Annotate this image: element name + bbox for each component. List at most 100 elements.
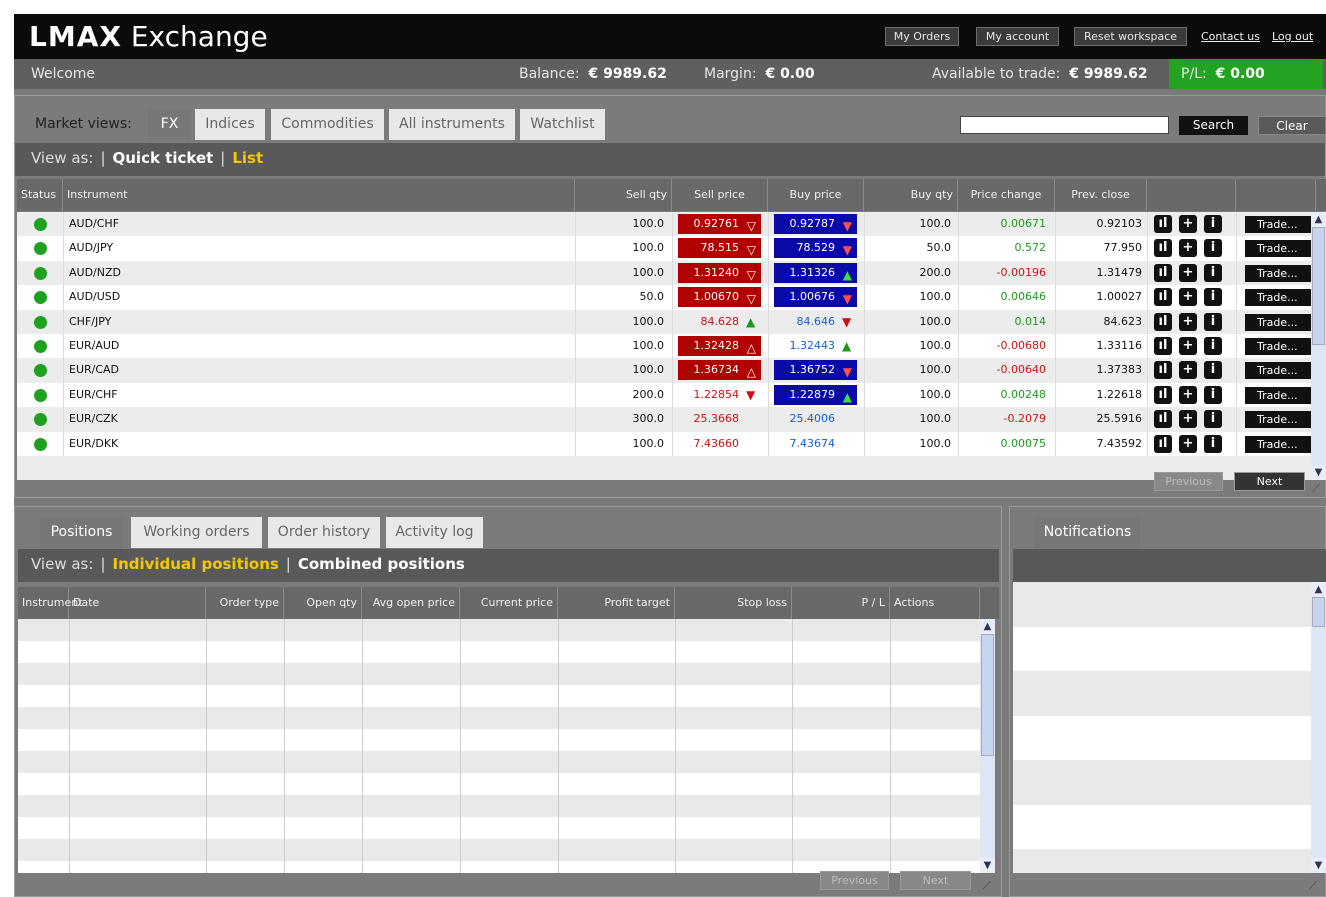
buy-price[interactable]: 1.36752 ▼: [774, 360, 857, 381]
scroll-down-icon[interactable]: ▼: [1311, 465, 1326, 480]
market-scrollbar[interactable]: ▲ ▼: [1311, 212, 1326, 480]
plus-icon[interactable]: +: [1179, 288, 1197, 307]
buy-price[interactable]: 1.31326 ▲: [774, 262, 857, 283]
notifications-scroll-thumb[interactable]: [1312, 597, 1325, 627]
my-account-button[interactable]: My account: [976, 27, 1059, 46]
my-orders-button[interactable]: My Orders: [885, 27, 959, 46]
market-row[interactable]: AUD/JPY 100.0 78.515 ▽ 78.529 ▼ 50.0 0.572 77.95…: [17, 236, 1312, 261]
info-icon[interactable]: i: [1204, 434, 1222, 453]
plus-icon[interactable]: +: [1179, 239, 1197, 258]
chart-icon[interactable]: ıl: [1154, 434, 1172, 453]
trade-button[interactable]: Trade...: [1245, 216, 1312, 233]
tab-indices[interactable]: Indices: [195, 109, 265, 140]
market-row[interactable]: AUD/NZD 100.0 1.31240 ▽ 1.31326 ▲ 200.0 -0.0019…: [17, 260, 1312, 286]
positions-scrollbar[interactable]: ▲ ▼: [980, 619, 995, 873]
buy-price[interactable]: 1.00676 ▼: [774, 287, 857, 308]
market-row[interactable]: EUR/DKK 100.0 7.43660 7.43674 100.0 0.00075 7.…: [17, 431, 1312, 456]
positions-resize-grip-icon[interactable]: ⟋: [983, 879, 997, 893]
trade-button[interactable]: Trade...: [1245, 362, 1312, 380]
sell-price[interactable]: 25.3668: [678, 407, 761, 431]
sell-price[interactable]: 1.00670 ▽: [678, 287, 761, 308]
chart-icon[interactable]: ıl: [1154, 312, 1172, 331]
plus-icon[interactable]: +: [1179, 312, 1197, 331]
search-input[interactable]: [960, 116, 1169, 134]
market-row[interactable]: EUR/CAD 100.0 1.36734 △ 1.36752 ▼ 100.0 -0.0064…: [17, 358, 1312, 383]
scroll-up-icon[interactable]: ▲: [1311, 212, 1326, 227]
tab-fx[interactable]: FX: [148, 109, 191, 140]
trade-button[interactable]: Trade...: [1245, 313, 1312, 331]
market-row[interactable]: EUR/CZK 300.0 25.3668 25.4006 100.0 -0.2079 25…: [17, 407, 1312, 432]
chart-icon[interactable]: ıl: [1154, 385, 1172, 404]
contact-us-link[interactable]: Contact us: [1201, 30, 1260, 43]
buy-price[interactable]: 25.4006: [774, 407, 857, 431]
info-icon[interactable]: i: [1204, 288, 1222, 307]
trade-button[interactable]: Trade...: [1245, 240, 1312, 258]
tab-commodities[interactable]: Commodities: [271, 109, 384, 140]
positions-next-button[interactable]: Next: [900, 871, 971, 890]
plus-icon[interactable]: +: [1179, 263, 1197, 282]
plus-icon[interactable]: +: [1179, 337, 1197, 355]
resize-grip-icon[interactable]: ⟋: [1312, 482, 1326, 496]
tab-order-history[interactable]: Order history: [268, 517, 380, 548]
info-icon[interactable]: i: [1204, 410, 1222, 429]
notifications-scroll-down-icon[interactable]: ▼: [1311, 858, 1326, 873]
tab-notifications[interactable]: Notifications: [1035, 517, 1140, 548]
plus-icon[interactable]: +: [1179, 410, 1197, 429]
buy-price[interactable]: 7.43674: [774, 432, 857, 456]
sell-price[interactable]: 1.32428 △: [678, 336, 761, 356]
market-row[interactable]: EUR/AUD 100.0 1.32428 △ 1.32443 ▲ 100.0 -0.0068…: [17, 334, 1312, 359]
info-icon[interactable]: i: [1204, 337, 1222, 355]
chart-icon[interactable]: ıl: [1154, 337, 1172, 355]
trade-button[interactable]: Trade...: [1245, 338, 1312, 355]
scroll-thumb[interactable]: [1312, 227, 1325, 345]
tab-activity-log[interactable]: Activity log: [386, 517, 483, 548]
market-row[interactable]: CHF/JPY 100.0 84.628 ▲ 84.646 ▼ 100.0 0.014 84.6…: [17, 309, 1312, 334]
market-row[interactable]: AUD/CHF 100.0 0.92761 ▽ 0.92787 ▼ 100.0 0.00671…: [17, 212, 1312, 237]
tab-working-orders[interactable]: Working orders: [131, 517, 262, 548]
notifications-scroll-up-icon[interactable]: ▲: [1311, 582, 1326, 597]
sell-price[interactable]: 78.515 ▽: [678, 238, 761, 259]
info-icon[interactable]: i: [1204, 215, 1222, 233]
chart-icon[interactable]: ıl: [1154, 361, 1172, 380]
chart-icon[interactable]: ıl: [1154, 410, 1172, 429]
positions-scroll-up-icon[interactable]: ▲: [980, 619, 995, 634]
positions-scroll-down-icon[interactable]: ▼: [980, 858, 995, 873]
positions-previous-button[interactable]: Previous: [820, 871, 889, 890]
info-icon[interactable]: i: [1204, 385, 1222, 404]
sell-price[interactable]: 1.36734 △: [678, 360, 761, 381]
plus-icon[interactable]: +: [1179, 434, 1197, 453]
search-button[interactable]: Search: [1179, 116, 1248, 135]
sell-price[interactable]: 7.43660: [678, 432, 761, 456]
tab-watchlist[interactable]: Watchlist: [520, 109, 605, 140]
chart-icon[interactable]: ıl: [1154, 263, 1172, 282]
individual-positions-option[interactable]: Individual positions: [113, 555, 279, 573]
plus-icon[interactable]: +: [1179, 361, 1197, 380]
buy-price[interactable]: 78.529 ▼: [774, 238, 857, 259]
tab-positions[interactable]: Positions: [40, 517, 123, 548]
trade-button[interactable]: Trade...: [1245, 289, 1312, 307]
reset-workspace-button[interactable]: Reset workspace: [1074, 27, 1187, 46]
list-option[interactable]: List: [232, 149, 263, 167]
notifications-resize-grip-icon[interactable]: ⟋: [1309, 879, 1323, 893]
market-next-button[interactable]: Next: [1234, 472, 1305, 491]
info-icon[interactable]: i: [1204, 239, 1222, 258]
combined-positions-option[interactable]: Combined positions: [298, 555, 465, 573]
info-icon[interactable]: i: [1204, 312, 1222, 331]
log-out-link[interactable]: Log out: [1272, 30, 1313, 43]
plus-icon[interactable]: +: [1179, 215, 1197, 233]
trade-button[interactable]: Trade...: [1245, 386, 1312, 404]
buy-price[interactable]: 0.92787 ▼: [774, 214, 857, 234]
chart-icon[interactable]: ıl: [1154, 239, 1172, 258]
clear-button[interactable]: Clear: [1258, 116, 1326, 135]
trade-button[interactable]: Trade...: [1245, 411, 1312, 429]
trade-button[interactable]: Trade...: [1245, 435, 1312, 453]
sell-price[interactable]: 0.92761 ▽: [678, 214, 761, 234]
tab-all-instruments[interactable]: All instruments: [389, 109, 515, 140]
trade-button[interactable]: Trade...: [1245, 264, 1312, 282]
market-previous-button[interactable]: Previous: [1154, 472, 1223, 491]
info-icon[interactable]: i: [1204, 361, 1222, 380]
chart-icon[interactable]: ıl: [1154, 288, 1172, 307]
notifications-scrollbar[interactable]: ▲ ▼: [1311, 582, 1326, 873]
plus-icon[interactable]: +: [1179, 385, 1197, 404]
positions-scroll-thumb[interactable]: [981, 634, 994, 756]
